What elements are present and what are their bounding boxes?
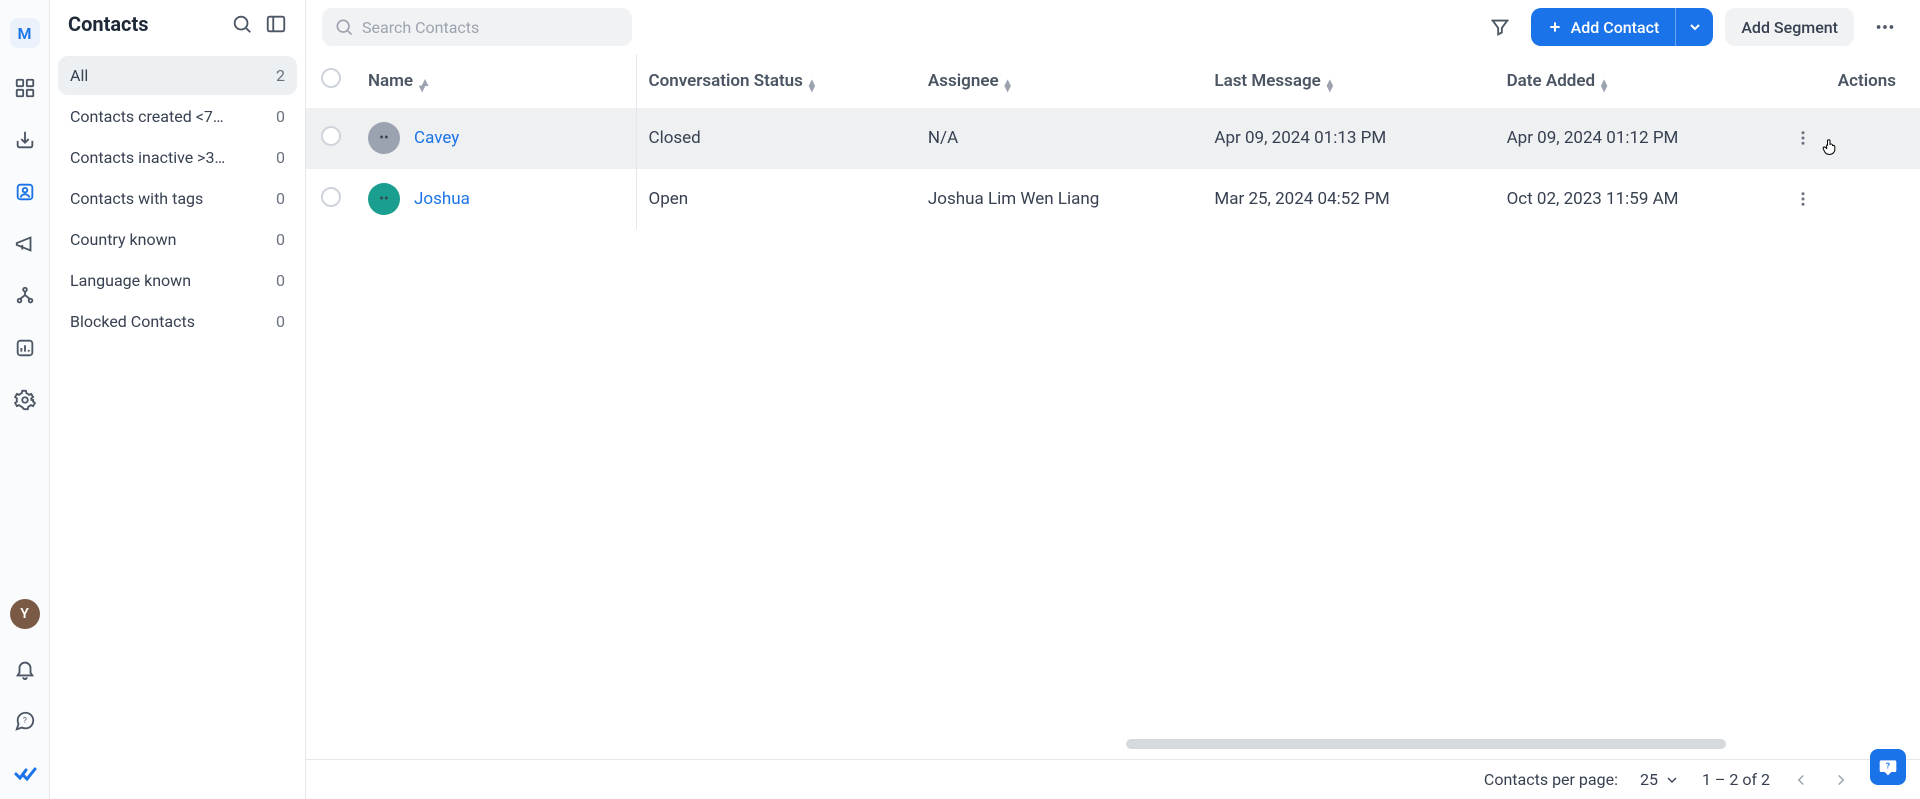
add-contact-label: Add Contact xyxy=(1571,18,1660,37)
cell-assignee: Joshua Lim Wen Liang xyxy=(916,169,1202,230)
segment-item[interactable]: All 2 xyxy=(58,56,297,95)
row-actions-button[interactable] xyxy=(1782,108,1920,169)
segment-label: Contacts created <7… xyxy=(70,107,224,126)
table-footer: Contacts per page: 25 1 – 2 of 2 xyxy=(306,759,1920,799)
svg-text:?: ? xyxy=(23,716,27,726)
search-input-icon xyxy=(334,17,354,37)
help-icon[interactable]: ? xyxy=(13,709,37,733)
row-checkbox[interactable] xyxy=(321,126,341,146)
next-page-button[interactable] xyxy=(1832,771,1850,789)
brand-check-icon xyxy=(13,761,37,785)
search-icon[interactable] xyxy=(231,13,253,35)
column-header-assignee[interactable]: Assignee▴▾ xyxy=(916,54,1202,108)
segment-count: 0 xyxy=(276,312,285,331)
contacts-sidebar: Contacts All2Contacts created <7…0Contac… xyxy=(50,0,306,799)
segment-item[interactable]: Language known 0 xyxy=(58,261,297,300)
toolbar: Add Contact Add Segment xyxy=(306,0,1920,54)
cell-conversation-status: Open xyxy=(636,169,916,230)
workflow-icon[interactable] xyxy=(13,284,37,308)
contacts-table: Name▲▾ Conversation Status▴▾ Assignee▴▾ … xyxy=(306,54,1920,229)
add-contact-dropdown[interactable] xyxy=(1675,8,1713,46)
segment-label: Contacts with tags xyxy=(70,189,203,208)
segment-count: 0 xyxy=(276,148,285,167)
segment-item[interactable]: Blocked Contacts 0 xyxy=(58,302,297,341)
perpage-label: Contacts per page: xyxy=(1484,770,1618,789)
svg-text:?: ? xyxy=(1886,762,1890,772)
select-all-checkbox[interactable] xyxy=(321,68,341,88)
segment-label: Blocked Contacts xyxy=(70,312,195,331)
contacts-icon[interactable] xyxy=(13,180,37,204)
dashboard-icon[interactable] xyxy=(13,76,37,100)
segment-count: 2 xyxy=(276,66,285,85)
prev-page-button[interactable] xyxy=(1792,771,1810,789)
add-segment-button[interactable]: Add Segment xyxy=(1725,8,1854,46)
column-header-conversation-status[interactable]: Conversation Status▴▾ xyxy=(636,54,916,108)
segment-count: 0 xyxy=(276,230,285,249)
column-header-name[interactable]: Name▲▾ xyxy=(356,54,636,108)
segment-count: 0 xyxy=(276,271,285,290)
main-panel: Add Contact Add Segment Name▲▾ Conversat… xyxy=(306,0,1920,799)
contact-name-link[interactable]: Cavey xyxy=(414,128,459,148)
column-header-last-message[interactable]: Last Message▴▾ xyxy=(1202,54,1494,108)
reports-icon[interactable] xyxy=(13,336,37,360)
cell-last-message: Apr 09, 2024 01:13 PM xyxy=(1202,108,1494,169)
search-contacts-input[interactable] xyxy=(322,8,632,46)
more-actions-button[interactable] xyxy=(1866,8,1904,46)
broadcast-icon[interactable] xyxy=(13,232,37,256)
segment-item[interactable]: Contacts with tags 0 xyxy=(58,179,297,218)
user-avatar[interactable]: Y xyxy=(10,599,40,629)
table-row[interactable]: •• Cavey ClosedN/AApr 09, 2024 01:13 PMApr… xyxy=(306,108,1920,169)
segment-label: Contacts inactive >3… xyxy=(70,148,225,167)
settings-icon[interactable] xyxy=(13,388,37,412)
contact-avatar: •• xyxy=(368,183,400,215)
segment-count: 0 xyxy=(276,189,285,208)
cell-conversation-status: Closed xyxy=(636,108,916,169)
horizontal-scrollbar-thumb[interactable] xyxy=(1126,739,1726,749)
help-chat-bubble[interactable]: ? xyxy=(1870,749,1906,785)
cell-date-added: Oct 02, 2023 11:59 AM xyxy=(1495,169,1782,230)
cell-date-added: Apr 09, 2024 01:12 PM xyxy=(1495,108,1782,169)
segment-item[interactable]: Country known 0 xyxy=(58,220,297,259)
segment-label: Language known xyxy=(70,271,191,290)
contact-name-link[interactable]: Joshua xyxy=(414,189,470,209)
row-actions-button[interactable] xyxy=(1782,169,1920,230)
segment-count: 0 xyxy=(276,107,285,126)
column-header-date-added[interactable]: Date Added▴▾ xyxy=(1495,54,1782,108)
nav-rail: M Y ? xyxy=(0,0,50,799)
segment-item[interactable]: Contacts created <7… 0 xyxy=(58,97,297,136)
contact-avatar: •• xyxy=(368,122,400,154)
segment-label: Country known xyxy=(70,230,176,249)
page-range: 1 – 2 of 2 xyxy=(1702,770,1770,789)
segment-label: All xyxy=(70,66,88,85)
contacts-table-wrap: Name▲▾ Conversation Status▴▾ Assignee▴▾ … xyxy=(306,54,1920,759)
table-row[interactable]: •• Joshua OpenJoshua Lim Wen LiangMar 25, … xyxy=(306,169,1920,230)
inbox-icon[interactable] xyxy=(13,128,37,152)
perpage-select[interactable]: 25 xyxy=(1640,770,1680,789)
workspace-badge[interactable]: M xyxy=(10,18,40,48)
notifications-icon[interactable] xyxy=(13,657,37,681)
cell-last-message: Mar 25, 2024 04:52 PM xyxy=(1202,169,1494,230)
filter-button[interactable] xyxy=(1481,8,1519,46)
column-header-actions: Actions xyxy=(1782,54,1920,108)
segment-item[interactable]: Contacts inactive >3… 0 xyxy=(58,138,297,177)
collapse-sidebar-icon[interactable] xyxy=(265,13,287,35)
cell-assignee: N/A xyxy=(916,108,1202,169)
add-contact-button[interactable]: Add Contact xyxy=(1531,8,1676,46)
sidebar-title: Contacts xyxy=(68,12,219,36)
row-checkbox[interactable] xyxy=(321,187,341,207)
